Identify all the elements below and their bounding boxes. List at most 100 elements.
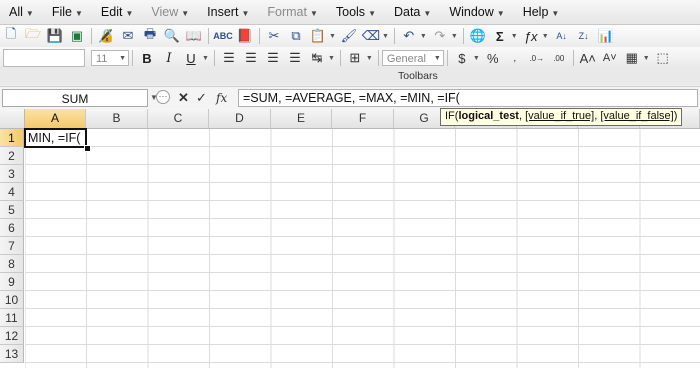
column-header-d[interactable]: D: [209, 109, 271, 128]
function-icon[interactable]: ƒx: [522, 27, 540, 45]
chevron-down-icon[interactable]: ▼: [542, 33, 549, 40]
currency-icon[interactable]: $: [453, 49, 471, 67]
chevron-down-icon[interactable]: ▼: [643, 55, 650, 62]
redo-icon[interactable]: ↷: [431, 27, 449, 45]
row-header-6[interactable]: 6: [0, 219, 24, 237]
row-header-10[interactable]: 10: [0, 291, 24, 309]
align-right-icon[interactable]: ☰: [264, 49, 282, 67]
menu-insert[interactable]: Insert ▼: [198, 0, 258, 24]
chevron-down-icon[interactable]: ▼: [366, 55, 373, 62]
menu-view-label: View: [151, 5, 179, 19]
column-header-b[interactable]: B: [86, 109, 148, 128]
borders-icon[interactable]: ▦: [623, 49, 641, 67]
sort-ascending-icon[interactable]: A↓: [553, 27, 571, 45]
font-name-combo[interactable]: [3, 49, 85, 67]
autosum-icon[interactable]: Σ: [491, 27, 509, 45]
comma-style-icon[interactable]: ,: [506, 49, 524, 67]
eraser-icon[interactable]: ⌫: [362, 27, 380, 45]
font-size-combo[interactable]: 11 ▼: [91, 50, 129, 66]
menu-format[interactable]: Format ▼: [258, 0, 327, 24]
tooltip-arg-logical-test[interactable]: logical_test: [458, 110, 519, 122]
tooltip-arg-value-if-false[interactable]: [value_if_false]: [600, 110, 673, 122]
cut-icon[interactable]: ✂: [265, 27, 283, 45]
chevron-down-icon[interactable]: ▼: [329, 33, 336, 40]
chevron-down-icon[interactable]: ▼: [202, 55, 209, 62]
menu-file[interactable]: File ▼: [43, 0, 92, 24]
italic-icon[interactable]: I: [160, 49, 178, 67]
chevron-down-icon[interactable]: ▼: [328, 55, 335, 62]
menu-edit[interactable]: Edit ▼: [92, 0, 142, 24]
underline-icon[interactable]: U: [182, 49, 200, 67]
decrease-decimal-icon[interactable]: .00: [550, 49, 568, 67]
toolbar-divider: [339, 50, 341, 66]
name-box[interactable]: SUM: [2, 89, 148, 107]
hyperlink-icon[interactable]: 🌐: [469, 27, 487, 45]
chevron-down-icon[interactable]: ▼: [451, 33, 458, 40]
row-header-7[interactable]: 7: [0, 237, 24, 255]
menu-tools[interactable]: Tools ▼: [327, 0, 385, 24]
chevron-down-icon[interactable]: ▼: [420, 33, 427, 40]
percent-icon[interactable]: %: [484, 49, 502, 67]
row-header-2[interactable]: 2: [0, 147, 24, 165]
chevron-down-icon[interactable]: ▼: [382, 33, 389, 40]
decrease-font-icon[interactable]: A˅: [601, 49, 619, 67]
open-icon[interactable]: 🗁: [24, 26, 42, 45]
row-header-9[interactable]: 9: [0, 273, 24, 291]
fill-handle[interactable]: [84, 145, 91, 152]
spelling-icon[interactable]: ABC: [213, 27, 233, 45]
menu-all[interactable]: All ▼: [0, 0, 43, 24]
menu-help[interactable]: Help ▼: [514, 0, 569, 24]
column-header-a[interactable]: A: [25, 109, 86, 128]
format-painter-icon[interactable]: 🖌: [340, 27, 358, 45]
select-all-corner[interactable]: [0, 109, 25, 128]
formula-input[interactable]: =SUM, =AVERAGE, =MAX, =MIN, =IF(: [238, 89, 698, 107]
increase-decimal-icon[interactable]: .0→: [528, 49, 546, 67]
justify-icon[interactable]: ☰: [286, 49, 304, 67]
copy-icon[interactable]: ⧉: [287, 27, 305, 45]
row-header-12[interactable]: 12: [0, 327, 24, 345]
increase-font-icon[interactable]: A˄: [579, 49, 597, 67]
research-book-icon[interactable]: 📕: [236, 27, 254, 45]
align-left-icon[interactable]: ☰: [220, 49, 238, 67]
print-icon[interactable]: 🖶: [141, 26, 159, 45]
paste-icon[interactable]: 📋: [309, 27, 327, 45]
cell-grid[interactable]: [25, 129, 700, 368]
menu-view[interactable]: View ▼: [142, 0, 198, 24]
cancel-icon[interactable]: ✕: [178, 89, 189, 107]
row-header-4[interactable]: 4: [0, 183, 24, 201]
row-header-11[interactable]: 11: [0, 309, 24, 327]
column-header-c[interactable]: C: [148, 109, 209, 128]
menu-data[interactable]: Data ▼: [385, 0, 440, 24]
permission-icon[interactable]: 🔏: [97, 27, 115, 45]
expand-handle-icon[interactable]: ⋯: [156, 90, 170, 104]
column-header-e[interactable]: E: [271, 109, 332, 128]
research-icon[interactable]: 📖: [185, 27, 203, 45]
number-format-combo[interactable]: General ▼: [381, 50, 444, 66]
merge-cells-icon[interactable]: ⊞: [346, 49, 364, 67]
row-header-13[interactable]: 13: [0, 345, 24, 363]
row-header-3[interactable]: 3: [0, 165, 24, 183]
active-cell-a1[interactable]: MIN, =IF(: [24, 128, 87, 148]
save-icon[interactable]: 💾: [46, 27, 64, 45]
email-icon[interactable]: ✉: [119, 27, 137, 45]
row-header-5[interactable]: 5: [0, 201, 24, 219]
print-preview-icon[interactable]: 🔍: [163, 27, 181, 45]
tooltip-arg-value-if-true[interactable]: [value_if_true]: [525, 110, 594, 122]
text-direction-icon[interactable]: ↹: [308, 49, 326, 67]
menu-window[interactable]: Window ▼: [440, 0, 513, 24]
sort-descending-icon[interactable]: Z↓: [575, 27, 593, 45]
column-header-f[interactable]: F: [332, 109, 394, 128]
bold-icon[interactable]: B: [138, 49, 156, 67]
undo-icon[interactable]: ↶: [400, 27, 418, 45]
new-icon[interactable]: 🗋: [2, 26, 20, 45]
chevron-down-icon[interactable]: ▼: [511, 33, 518, 40]
insert-function-icon[interactable]: fx: [216, 89, 227, 107]
chart-icon[interactable]: 📊: [597, 27, 615, 45]
align-center-icon[interactable]: ☰: [242, 49, 260, 67]
fill-color-icon[interactable]: ⬚: [654, 49, 672, 67]
enter-check-icon[interactable]: ✓: [196, 89, 207, 107]
row-header-1[interactable]: 1: [0, 129, 24, 147]
excel-icon[interactable]: ▣: [68, 27, 86, 45]
chevron-down-icon[interactable]: ▼: [473, 55, 480, 62]
row-header-8[interactable]: 8: [0, 255, 24, 273]
